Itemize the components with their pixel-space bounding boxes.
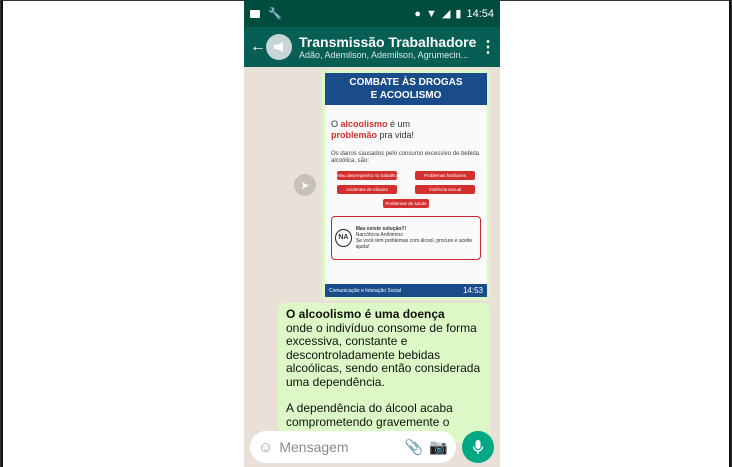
right-border bbox=[729, 0, 731, 467]
back-arrow-icon[interactable]: ← bbox=[250, 39, 266, 55]
gallery-notification-icon bbox=[250, 9, 260, 18]
microphone-icon bbox=[472, 440, 484, 454]
poster-pill: Problemas de saúde mental bbox=[383, 199, 429, 215]
poster-pill: Acidentes de trânsito bbox=[337, 185, 397, 194]
mic-button[interactable] bbox=[462, 431, 494, 463]
chat-title: Transmissão Trabalhadores bbox=[299, 34, 476, 50]
megaphone-icon bbox=[274, 42, 283, 52]
poster-pill: Mau desempenho no trabalho bbox=[337, 171, 397, 180]
signal-icon: ◢ bbox=[441, 8, 451, 20]
poster-image[interactable]: COMBATE ÀS DROGAS E ACOOLISMO O alcoolis… bbox=[325, 73, 487, 297]
attach-icon[interactable]: 📎 bbox=[405, 438, 424, 456]
wifi-icon: ▼ bbox=[426, 7, 437, 20]
alarm-icon: ● bbox=[414, 7, 422, 20]
poster-pill: Problemas familiares bbox=[415, 171, 475, 180]
camera-icon[interactable]: 📷 bbox=[429, 438, 448, 456]
clock-time: 14:54 bbox=[466, 7, 494, 20]
message-composer: ☺ Mensagem 📎 📷 bbox=[244, 427, 500, 467]
poster-consequences: Mau desempenho no trabalho Problemas fam… bbox=[331, 171, 481, 215]
message-input[interactable]: Mensagem bbox=[279, 439, 398, 455]
na-logo-icon: NA bbox=[335, 229, 352, 247]
left-border bbox=[1, 0, 3, 467]
status-bar: 🔧 ● ▼ ◢ ▮ 14:54 bbox=[244, 0, 500, 27]
emoji-icon[interactable]: ☺ bbox=[258, 439, 273, 456]
poster-body: O alcoolismo é um problemão pra vida! Os… bbox=[325, 105, 487, 264]
image-message[interactable]: COMBATE ÀS DROGAS E ACOOLISMO O alcoolis… bbox=[322, 70, 490, 300]
poster-damage-text: Os danos causados pelo consumo excessivo… bbox=[331, 151, 480, 164]
poster-pill: Violência sexual bbox=[415, 185, 475, 194]
battery-icon: ▮ bbox=[455, 8, 462, 20]
text-message[interactable]: O alcoolismo é uma doença onde o indivíd… bbox=[278, 303, 490, 443]
chat-participants: Adão, Ademilson, Ademilson, Agrumecin... bbox=[299, 50, 469, 60]
chat-header: ← Transmissão Trabalhadores Adão, Ademil… bbox=[244, 27, 500, 67]
chat-title-area[interactable]: Transmissão Trabalhadores Adão, Ademilso… bbox=[299, 34, 476, 60]
message-paragraph: A dependência do álcool acaba compromete… bbox=[286, 401, 453, 429]
poster-heading: COMBATE ÀS DROGAS E ACOOLISMO bbox=[325, 73, 487, 105]
image-timestamp: 14:53 bbox=[462, 286, 483, 295]
phone-screen: 🔧 ● ▼ ◢ ▮ 14:54 ← Transmissão Trabalhado… bbox=[244, 0, 500, 467]
message-list: ➤ COMBATE ÀS DROGAS E ACOOLISMO O alcool… bbox=[244, 67, 500, 443]
forward-icon[interactable]: ➤ bbox=[294, 174, 316, 196]
message-paragraph: O alcoolismo é uma doença onde o indivíd… bbox=[286, 307, 481, 389]
poster-tagline: O alcoolismo é um problemão pra vida! bbox=[331, 119, 415, 140]
more-options-icon[interactable]: ⋮ bbox=[480, 37, 496, 57]
message-input-container[interactable]: ☺ Mensagem 📎 📷 bbox=[250, 431, 456, 463]
wrench-icon: 🔧 bbox=[268, 8, 282, 20]
broadcast-avatar[interactable] bbox=[266, 34, 292, 60]
poster-solution-box: NA Mas existe solução!!! Narcóticos Anôn… bbox=[331, 216, 481, 260]
poster-footer: Comunicação e Interação Social 14:53 bbox=[325, 284, 487, 297]
